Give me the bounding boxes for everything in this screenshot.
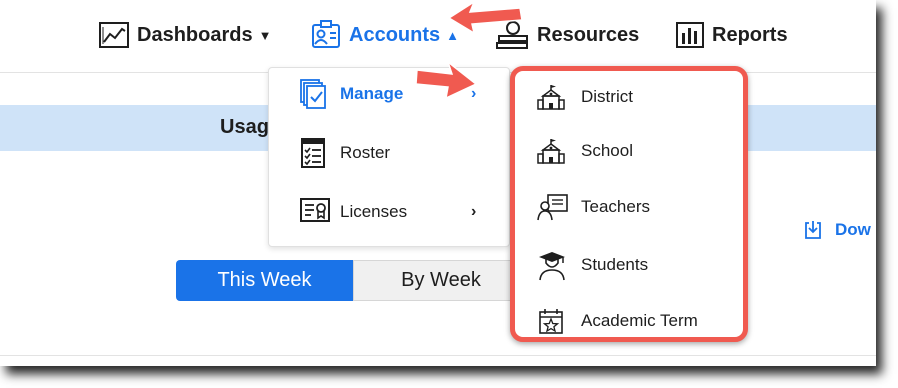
submenu-item-label: District bbox=[581, 87, 633, 106]
chevron-down-icon: ▼ bbox=[258, 27, 272, 43]
menu-item-licenses[interactable]: Licenses › bbox=[269, 192, 509, 232]
menu-item-roster[interactable]: Roster bbox=[269, 133, 509, 173]
school-building-icon bbox=[537, 85, 565, 110]
nav-reports[interactable]: Reports bbox=[675, 18, 788, 52]
nav-dashboards[interactable]: Dashboards ▼ bbox=[98, 18, 271, 52]
account-card-icon bbox=[312, 20, 340, 48]
annotation-arrow-manage bbox=[415, 59, 478, 100]
nav-accounts-label: Accounts bbox=[349, 23, 441, 46]
submenu-item-label: Academic Term bbox=[581, 311, 698, 330]
by-week-tab[interactable]: By Week bbox=[353, 260, 529, 301]
roster-icon bbox=[301, 138, 325, 168]
submenu-item-label: Teachers bbox=[581, 197, 650, 216]
download-link[interactable]: Dow bbox=[803, 220, 871, 240]
submenu-item-district[interactable]: District bbox=[515, 77, 743, 117]
teacher-icon bbox=[537, 194, 568, 221]
school-building-icon bbox=[537, 139, 565, 164]
submenu-item-academic-term[interactable]: Academic Term bbox=[515, 301, 743, 341]
manage-submenu: District School Teachers Students Academ… bbox=[510, 66, 748, 342]
licenses-icon bbox=[300, 198, 330, 222]
annotation-arrow-accounts bbox=[447, 0, 523, 34]
usage-title: Usag bbox=[220, 116, 269, 138]
manage-icon bbox=[300, 79, 326, 109]
menu-item-label: Licenses bbox=[340, 202, 408, 221]
nav-dashboards-label: Dashboards bbox=[137, 23, 253, 46]
calendar-icon bbox=[539, 309, 563, 334]
submenu-item-label: Students bbox=[581, 255, 649, 274]
menu-item-label: Roster bbox=[340, 143, 391, 162]
submenu-item-label: School bbox=[581, 141, 633, 160]
download-icon bbox=[805, 221, 821, 239]
chevron-right-icon: › bbox=[471, 203, 477, 220]
nav-reports-label: Reports bbox=[712, 23, 788, 46]
nav-resources-label: Resources bbox=[537, 23, 640, 46]
submenu-item-school[interactable]: School bbox=[515, 131, 743, 171]
student-icon bbox=[539, 252, 565, 281]
bar-chart-icon bbox=[676, 22, 704, 48]
this-week-tab[interactable]: This Week bbox=[176, 260, 353, 301]
submenu-item-students[interactable]: Students bbox=[515, 245, 743, 285]
nav-accounts[interactable]: Accounts ▲ bbox=[310, 18, 459, 52]
line-chart-icon bbox=[99, 22, 129, 48]
download-label: Dow bbox=[835, 220, 871, 239]
divider bbox=[0, 355, 876, 356]
menu-item-label: Manage bbox=[340, 84, 404, 103]
submenu-item-teachers[interactable]: Teachers bbox=[515, 187, 743, 227]
screenshot-frame: Dashboards ▼ Accounts ▲ Resources Report… bbox=[0, 0, 876, 366]
